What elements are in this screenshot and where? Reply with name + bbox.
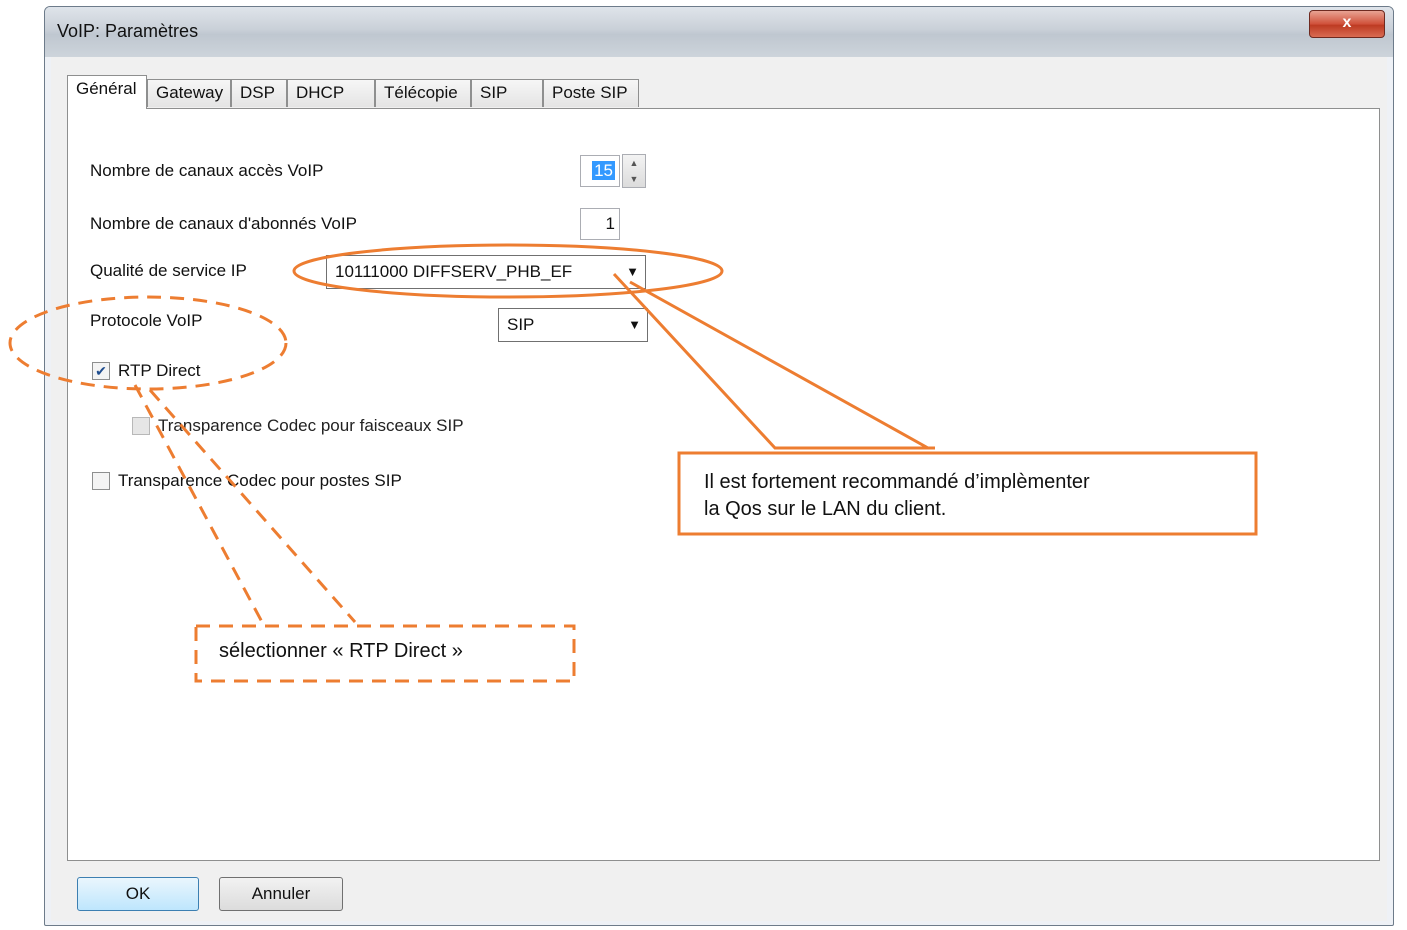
- qos-highlight-ellipse: [292, 243, 724, 299]
- rtp-direct-instruction-note: sélectionner « RTP Direct »: [199, 629, 571, 678]
- tab-general[interactable]: Général: [67, 75, 147, 109]
- qos-recommendation-note: Il est fortement recommandé d’implèmente…: [682, 456, 1253, 531]
- qos-note-line1: Il est fortement recommandé d’implèmente…: [704, 471, 1090, 493]
- qos-note-line2: la Qos sur le LAN du client.: [704, 498, 947, 520]
- rtp-callout-pointer: [133, 384, 264, 623]
- rtp-highlight-ellipse: [8, 295, 288, 391]
